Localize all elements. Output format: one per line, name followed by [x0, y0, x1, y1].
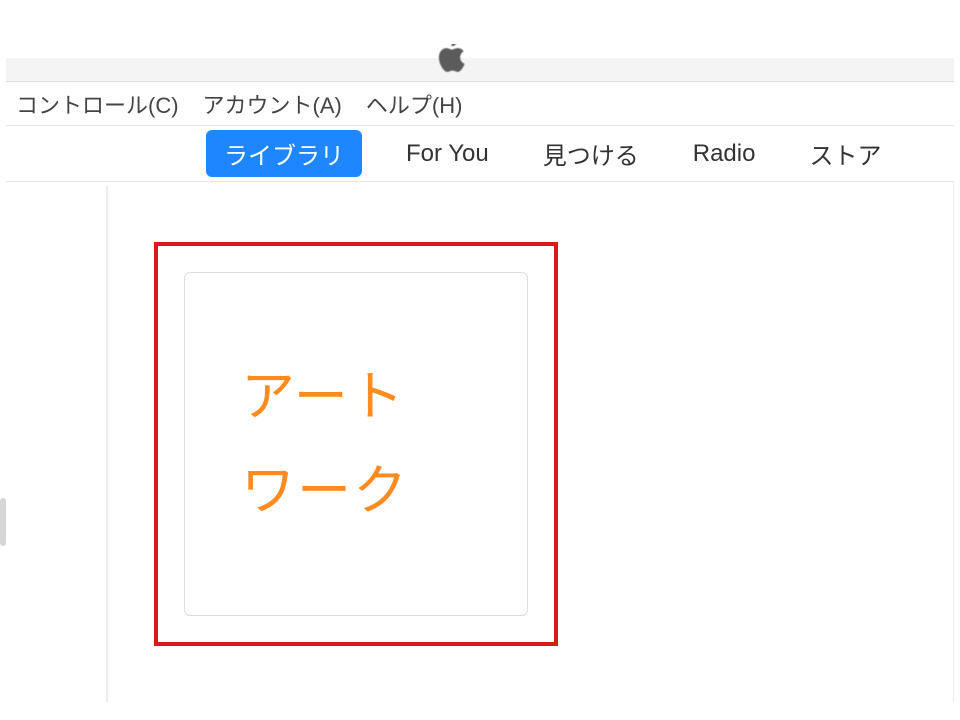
menu-account[interactable]: アカウント(A) — [203, 88, 342, 120]
app-window: コントロール(C) アカウント(A) ヘルプ(H) ライブラリ For You … — [6, 58, 954, 708]
titlebar — [6, 58, 954, 82]
menubar: コントロール(C) アカウント(A) ヘルプ(H) — [6, 82, 954, 126]
tab-library[interactable]: ライブラリ — [206, 130, 362, 177]
artwork-placeholder[interactable]: アート ワーク — [184, 272, 528, 616]
tab-radio[interactable]: Radio — [683, 136, 766, 172]
tab-store[interactable]: ストア — [799, 132, 891, 175]
tab-discover[interactable]: 見つける — [533, 132, 649, 175]
tabbar: ライブラリ For You 見つける Radio ストア — [6, 126, 954, 182]
sidebar-divider — [106, 186, 108, 702]
apple-icon — [426, 44, 476, 80]
menu-control[interactable]: コントロール(C) — [16, 88, 179, 120]
content-area: アート ワーク — [6, 182, 954, 702]
artwork-label-line1: アート — [241, 370, 527, 424]
tab-for-you[interactable]: For You — [396, 136, 499, 172]
artwork-label-line2: ワーク — [241, 464, 527, 518]
annotation-highlight: アート ワーク — [154, 242, 558, 646]
menu-help[interactable]: ヘルプ(H) — [366, 88, 463, 120]
scrollbar-stub[interactable] — [0, 498, 6, 546]
